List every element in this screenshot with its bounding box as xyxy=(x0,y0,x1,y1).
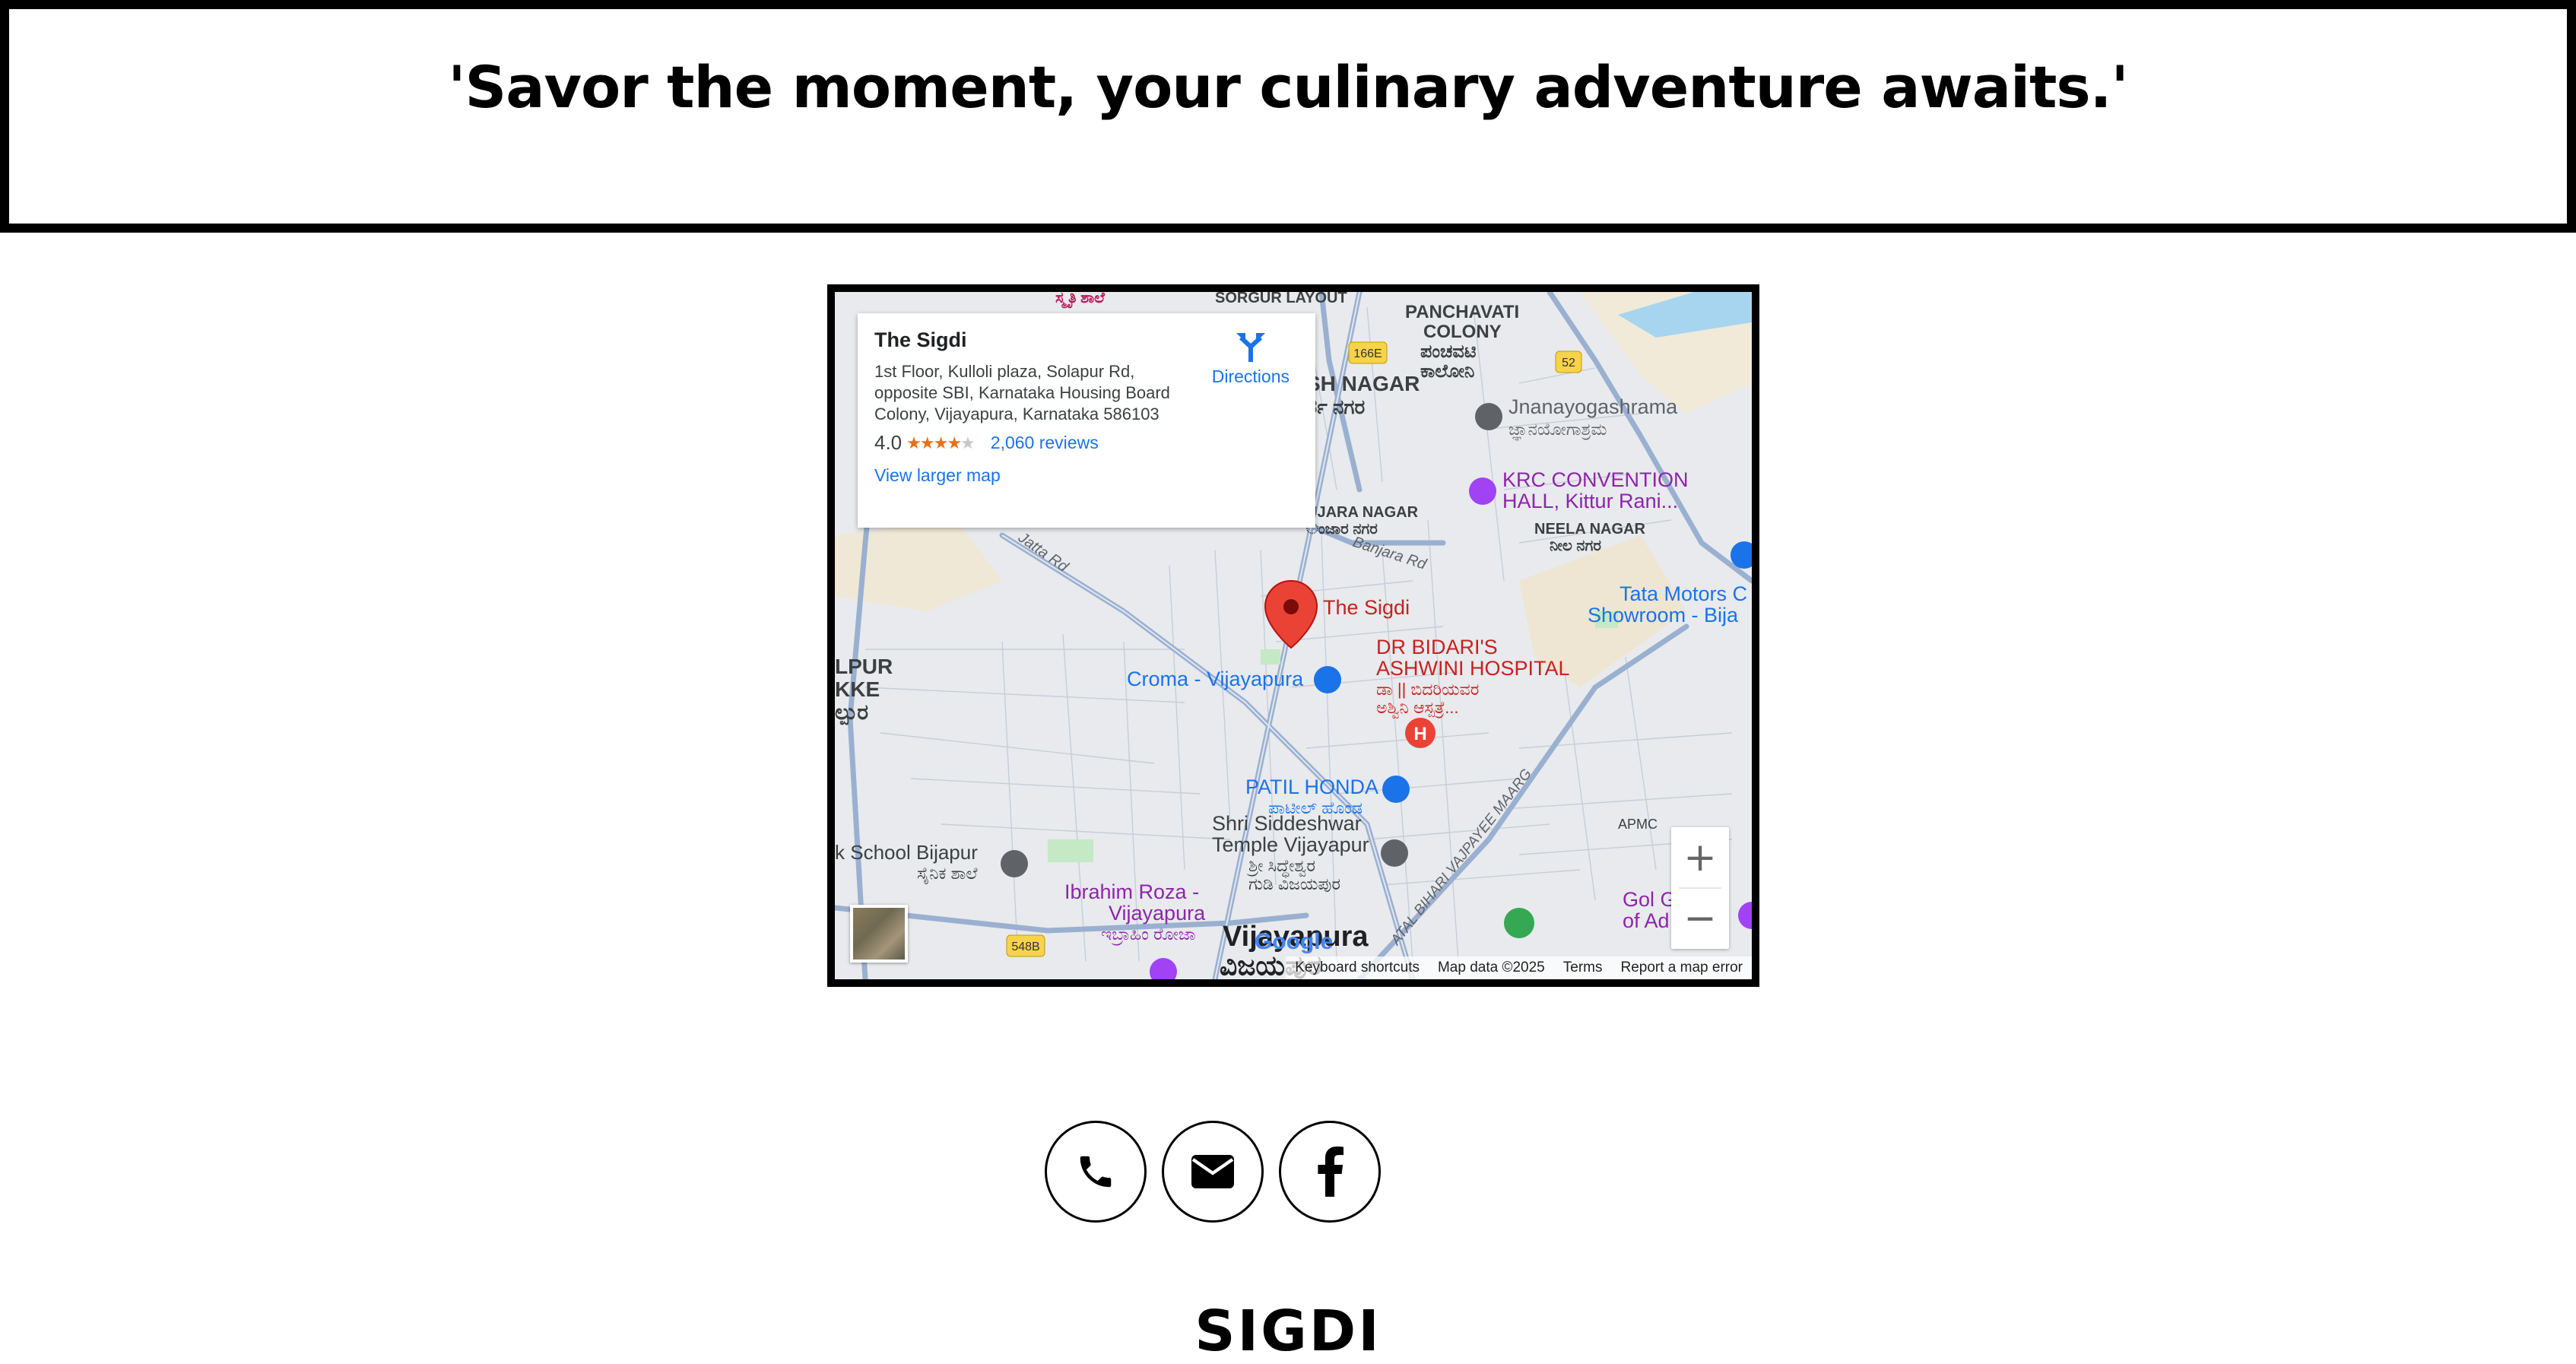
shield-548b: 548B xyxy=(1006,934,1045,957)
svg-text:KRC CONVENTION: KRC CONVENTION xyxy=(1502,468,1689,491)
map-label: ಲ್ಪುರ xyxy=(835,700,868,725)
phone-button[interactable] xyxy=(1045,1121,1147,1223)
directions-label: Directions xyxy=(1211,366,1290,386)
poi-krc-hall: KRC CONVENTION HALL, Kittur Rani... xyxy=(1469,468,1689,512)
place-info-card: The Sigdi 1st Floor, Kulloli plaza, Sola… xyxy=(858,313,1315,528)
svg-text:Croma - Vijayapura: Croma - Vijayapura xyxy=(1127,668,1304,690)
satellite-layer-toggle[interactable] xyxy=(850,905,908,963)
map-label: COLONY xyxy=(1423,322,1502,342)
park xyxy=(1048,839,1093,862)
rating-row: 4.0 ★★★★★ 2,060 reviews xyxy=(874,431,1299,455)
svg-text:ಸೈನಿಕ ಶಾಲೆ: ಸೈನಿಕ ಶಾಲೆ xyxy=(917,864,978,885)
brand-logo-text: SIGDI xyxy=(1194,1299,1382,1364)
svg-text:of Ad: of Ad xyxy=(1623,909,1670,932)
shield-166e: 166E xyxy=(1348,341,1388,364)
view-larger-map-link[interactable]: View larger map xyxy=(874,465,1299,486)
svg-text:548B: 548B xyxy=(1011,941,1039,953)
svg-text:PATIL HONDA: PATIL HONDA xyxy=(1245,776,1378,798)
quote-banner: 'Savor the moment, your culinary adventu… xyxy=(0,0,2576,233)
map-label: NEELA NAGAR xyxy=(1534,521,1645,538)
phone-icon xyxy=(1080,1156,1112,1188)
svg-text:166E: 166E xyxy=(1353,347,1382,360)
svg-text:Jnanayogashrama: Jnanayogashrama xyxy=(1508,395,1678,418)
zoom-in-button[interactable]: + xyxy=(1671,827,1729,888)
rating-value: 4.0 xyxy=(874,431,903,454)
facebook-button[interactable] xyxy=(1279,1121,1381,1223)
email-button[interactable] xyxy=(1162,1121,1264,1223)
svg-text:ಇಬ್ರಾಹಿಂ ರೋಜಾ: ಇಬ್ರಾಹಿಂ ರೋಜಾ xyxy=(1101,925,1195,945)
terms-link[interactable]: Terms xyxy=(1563,960,1603,976)
svg-text:Ibrahim Roza -: Ibrahim Roza - xyxy=(1064,880,1199,903)
svg-text:ಗುಡಿ ವಿಜಯಪುರ: ಗುಡಿ ವಿಜಯಪುರ xyxy=(1248,874,1340,893)
keyboard-shortcuts-link[interactable]: Keyboard shortcuts xyxy=(1295,960,1420,976)
svg-text:Temple Vijayapur: Temple Vijayapur xyxy=(1212,833,1369,856)
map-label: PANCHAVATI xyxy=(1405,302,1519,322)
map-data-attribution: Map data ©2025 xyxy=(1437,960,1545,975)
map-footer: Keyboard shortcuts Map data ©2025 Terms … xyxy=(1286,956,1752,979)
svg-text:ಡಾ || ಬಿದರಿಯವರ: ಡಾ || ಬಿದರಿಯವರ xyxy=(1376,680,1479,699)
svg-text:DR BIDARI'S: DR BIDARI'S xyxy=(1376,636,1498,658)
map-label: SORGUR LAYOUT xyxy=(1215,292,1347,306)
zoom-controls: + − xyxy=(1671,827,1729,949)
directions-icon xyxy=(1236,333,1265,362)
map-label: KKE xyxy=(835,677,880,701)
map-label: LPUR xyxy=(835,655,893,678)
map-label: APMC xyxy=(1618,817,1658,832)
report-error-link[interactable]: Report a map error xyxy=(1620,960,1743,976)
svg-text:Showroom - Bija: Showroom - Bija xyxy=(1588,604,1739,626)
map-label: UJARA NAGAR xyxy=(1306,504,1419,521)
svg-text:52: 52 xyxy=(1562,357,1575,370)
map-embed[interactable]: 166E 52 548B ಸ್ಮೃತಿ ಶಾಲೆ SORGUR LAYOUT P… xyxy=(827,284,1759,987)
map-label: ಂಜಾರ ನಗರ xyxy=(1306,521,1378,538)
envelope-icon xyxy=(1191,1155,1234,1188)
zoom-out-button[interactable]: − xyxy=(1671,888,1729,949)
facebook-icon xyxy=(1318,1147,1344,1197)
svg-text:HALL, Kittur Rani...: HALL, Kittur Rani... xyxy=(1502,490,1678,512)
directions-button[interactable]: Directions xyxy=(1212,330,1290,387)
map-label: ಸ್ಮೃತಿ ಶಾಲೆ xyxy=(1055,292,1106,309)
map-label: ಕಾಲೋನಿ xyxy=(1420,361,1474,382)
svg-text:Tata Motors C: Tata Motors C xyxy=(1620,582,1747,605)
svg-text:ASHWINI HOSPITAL: ASHWINI HOSPITAL xyxy=(1376,657,1570,680)
svg-text:Vijayapura: Vijayapura xyxy=(1109,902,1206,925)
pin-label: The Sigdi xyxy=(1323,596,1410,619)
google-logo: Google xyxy=(1255,929,1334,954)
svg-text:Shri Siddeshwar: Shri Siddeshwar xyxy=(1212,812,1362,835)
reviews-link[interactable]: 2,060 reviews xyxy=(991,433,1099,453)
map-label: ಪಂಚವಟಿ xyxy=(1420,341,1477,362)
map-label: SH NAGAR xyxy=(1306,372,1420,395)
svg-text:k School Bijapur: k School Bijapur xyxy=(835,841,978,864)
star-rating-icon: ★★★★★ xyxy=(906,433,976,452)
map-label: ನೀಲ ನಗರ xyxy=(1550,538,1601,554)
svg-text:H: H xyxy=(1413,724,1426,744)
svg-text:ಜ್ಞಾನಯೋಗಾಶ್ರಮ: ಜ್ಞಾನಯೋಗಾಶ್ರಮ xyxy=(1508,420,1607,441)
svg-text:ಅಶ್ವಿನಿ ಆಸ್ಪತ್ರೆ...: ಅಶ್ವಿನಿ ಆಸ್ಪತ್ರೆ... xyxy=(1376,698,1459,719)
quote-text: 'Savor the moment, your culinary adventu… xyxy=(448,53,2129,121)
shield-52: 52 xyxy=(1555,351,1582,373)
place-address: 1st Floor, Kulloli plaza, Solapur Rd, op… xyxy=(874,362,1170,423)
